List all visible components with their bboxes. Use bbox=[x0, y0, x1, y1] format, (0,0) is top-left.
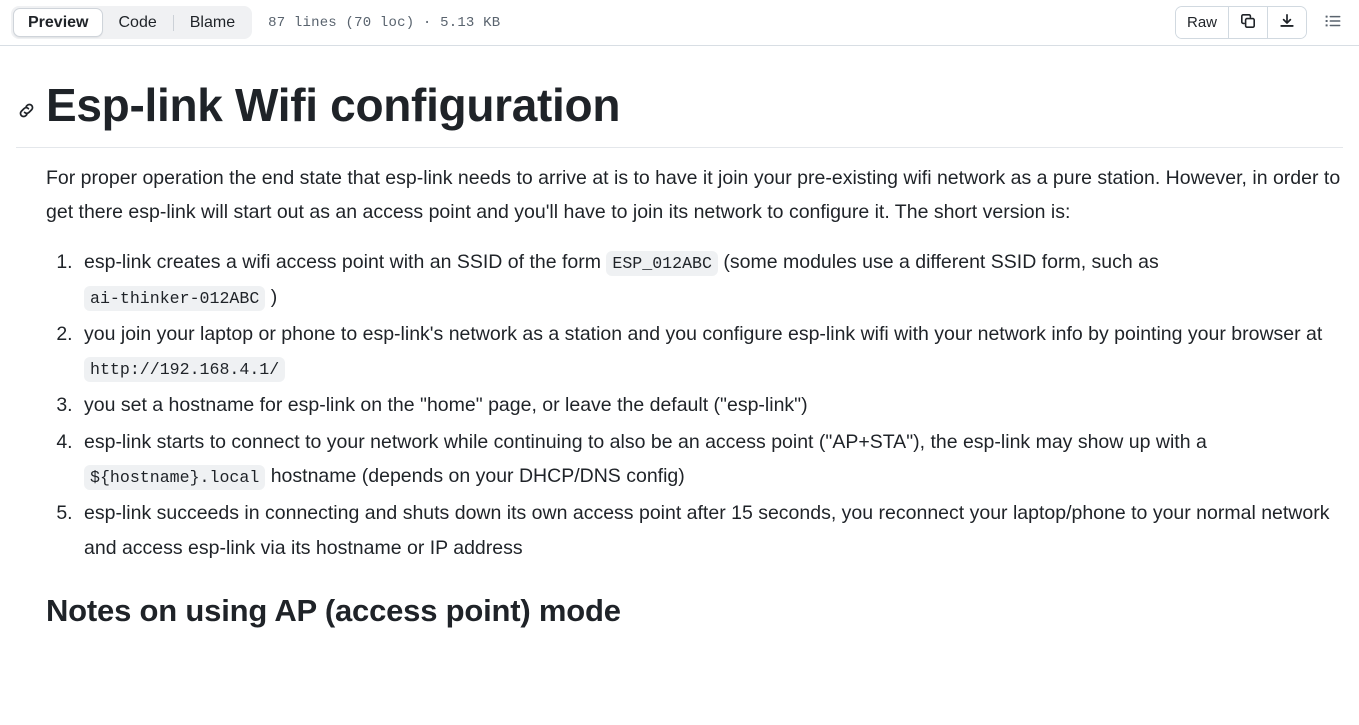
inline-code: ai-thinker-012ABC bbox=[84, 285, 266, 311]
copy-button[interactable] bbox=[1229, 7, 1268, 38]
list-item-text: esp-link succeeds in connecting and shut… bbox=[84, 502, 1330, 559]
inline-code: ${hostname}.local bbox=[84, 465, 266, 491]
list-item-text: ) bbox=[265, 285, 278, 308]
list-item: esp-link succeeds in connecting and shut… bbox=[78, 496, 1343, 565]
toolbar-actions: Raw bbox=[1174, 6, 1347, 39]
outline-list-icon bbox=[1324, 12, 1342, 33]
raw-button[interactable]: Raw bbox=[1175, 7, 1229, 38]
copy-icon bbox=[1240, 13, 1256, 32]
list-item-text: you join your laptop or phone to esp-lin… bbox=[84, 322, 1323, 345]
list-item-text: hostname (depends on your DHCP/DNS confi… bbox=[265, 465, 685, 488]
steps-list: esp-link creates a wifi access point wit… bbox=[16, 245, 1343, 565]
view-mode-segmented-control: Preview Code Blame bbox=[11, 6, 253, 39]
list-item-text: you set a hostname for esp-link on the "… bbox=[84, 394, 808, 417]
list-item-text: (some modules use a different SSID form,… bbox=[717, 251, 1159, 274]
file-actions-button-group: Raw bbox=[1174, 6, 1307, 39]
markdown-body: Esp-link Wifi configuration For proper o… bbox=[16, 46, 1343, 630]
list-item-text: esp-link starts to connect to your netwo… bbox=[84, 430, 1207, 453]
inline-code: ESP_012ABC bbox=[606, 251, 718, 277]
list-item: you join your laptop or phone to esp-lin… bbox=[78, 317, 1343, 386]
list-item: esp-link starts to connect to your netwo… bbox=[78, 425, 1343, 494]
markdown-container: Esp-link Wifi configuration For proper o… bbox=[0, 46, 1359, 630]
tab-preview[interactable]: Preview bbox=[13, 8, 104, 37]
list-item: esp-link creates a wifi access point wit… bbox=[78, 245, 1343, 314]
tab-code[interactable]: Code bbox=[103, 8, 171, 37]
link-anchor-icon[interactable] bbox=[16, 100, 36, 120]
inline-code: http://192.168.4.1/ bbox=[84, 357, 286, 383]
download-icon bbox=[1279, 13, 1295, 32]
outline-toggle-button[interactable] bbox=[1319, 9, 1347, 37]
page-title-text: Esp-link Wifi configuration bbox=[46, 79, 621, 131]
download-button[interactable] bbox=[1268, 7, 1306, 38]
file-toolbar: Preview Code Blame 87 lines (70 loc) · 5… bbox=[0, 0, 1359, 46]
page-title: Esp-link Wifi configuration bbox=[16, 78, 1343, 149]
section-heading-notes-ap-mode: Notes on using AP (access point) mode bbox=[46, 592, 621, 628]
list-item: you set a hostname for esp-link on the "… bbox=[78, 388, 1343, 423]
list-item-text: esp-link creates a wifi access point wit… bbox=[84, 251, 607, 274]
tab-blame[interactable]: Blame bbox=[175, 8, 250, 37]
file-stats: 87 lines (70 loc) · 5.13 KB bbox=[268, 14, 501, 31]
intro-paragraph: For proper operation the end state that … bbox=[46, 167, 1341, 223]
segment-divider bbox=[172, 14, 174, 31]
